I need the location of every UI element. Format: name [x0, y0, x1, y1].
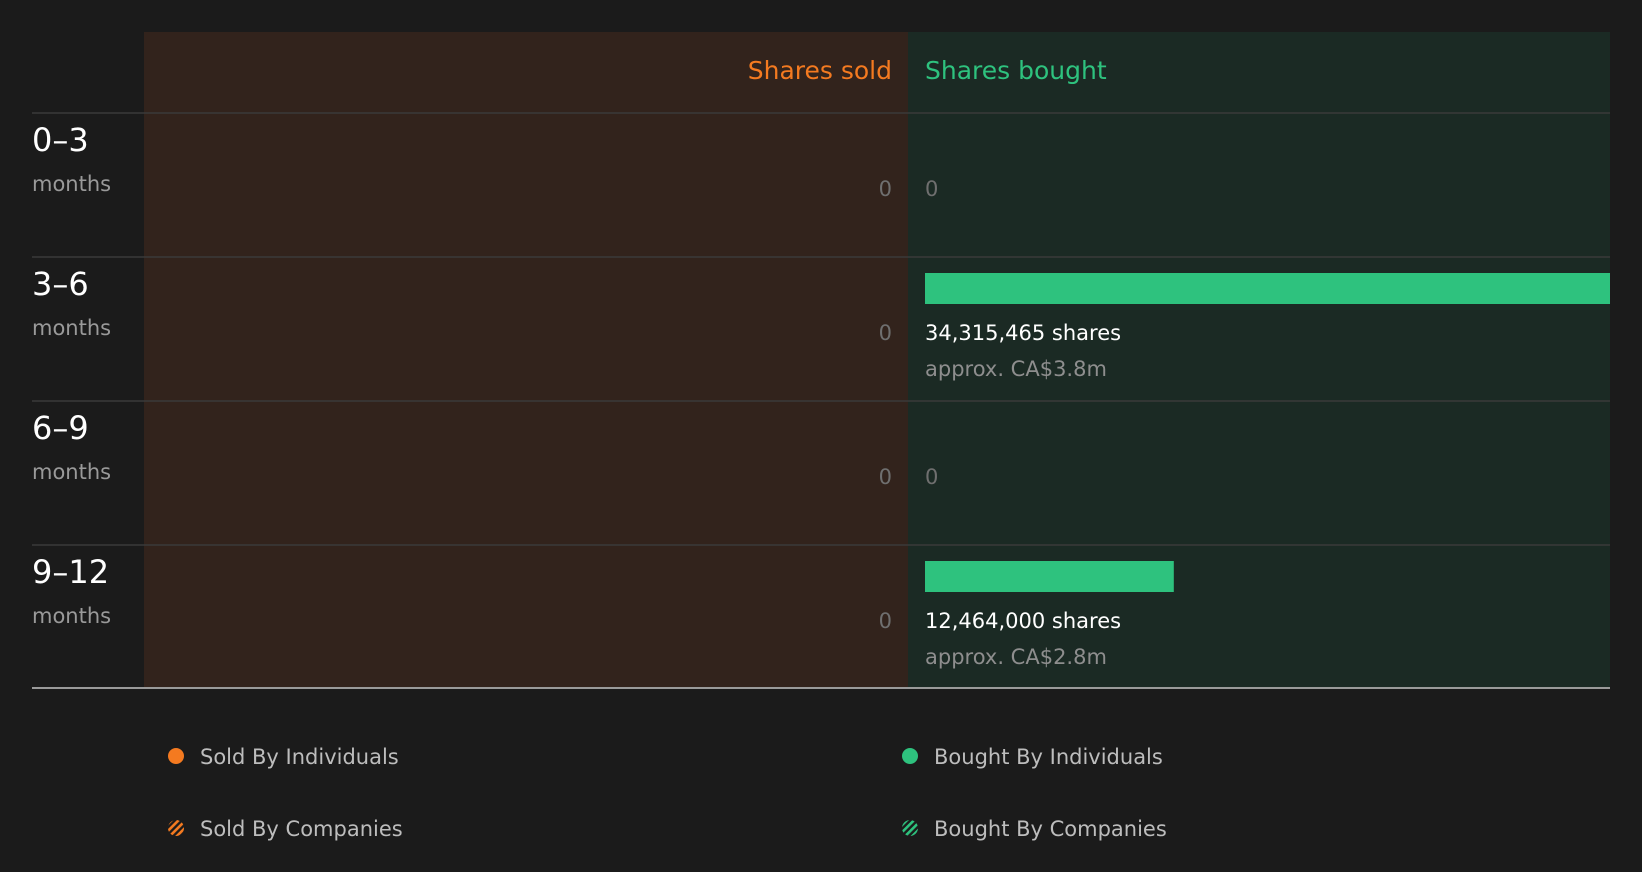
bought-approx-label: approx. CA$2.8m: [925, 645, 1107, 669]
sold-value-label: 0: [879, 321, 892, 345]
legend: Sold By Individuals Bought By Individuals…: [168, 745, 1167, 841]
period-range-label: 0–3: [32, 121, 89, 159]
legend-label: Sold By Companies: [200, 817, 403, 841]
bought-header: Shares bought: [925, 56, 1107, 85]
sold-value-label: 0: [879, 609, 892, 633]
legend-label: Sold By Individuals: [200, 745, 399, 769]
period-range-label: 9–12: [32, 553, 109, 591]
sold-value-label: 0: [879, 177, 892, 201]
period-unit-label: months: [32, 460, 111, 484]
bought-bar: [925, 561, 1174, 592]
sold-header: Shares sold: [748, 56, 892, 85]
period-range-label: 6–9: [32, 409, 89, 447]
period-range-label: 3–6: [32, 265, 89, 303]
legend-hatched-dot-icon: [168, 820, 184, 836]
bought-bar: [925, 273, 1610, 304]
bought-approx-label: approx. CA$3.8m: [925, 357, 1107, 381]
legend-label: Bought By Individuals: [934, 745, 1163, 769]
legend-dot-icon: [168, 748, 184, 764]
insider-trading-chart: Shares sold Shares bought 0–3 months 0 0 3–6…: [32, 32, 1610, 841]
bought-value-label: 34,315,465 shares: [925, 321, 1121, 345]
period-unit-label: months: [32, 316, 111, 340]
bought-value-label: 12,464,000 shares: [925, 609, 1121, 633]
bought-value-label: 0: [925, 465, 938, 489]
legend-dot-icon: [902, 748, 918, 764]
bought-value-label: 0: [925, 177, 938, 201]
sold-value-label: 0: [879, 465, 892, 489]
legend-label: Bought By Companies: [934, 817, 1167, 841]
legend-hatched-dot-icon: [902, 820, 918, 836]
sold-panel: [144, 32, 908, 688]
period-unit-label: months: [32, 172, 111, 196]
period-unit-label: months: [32, 604, 111, 628]
